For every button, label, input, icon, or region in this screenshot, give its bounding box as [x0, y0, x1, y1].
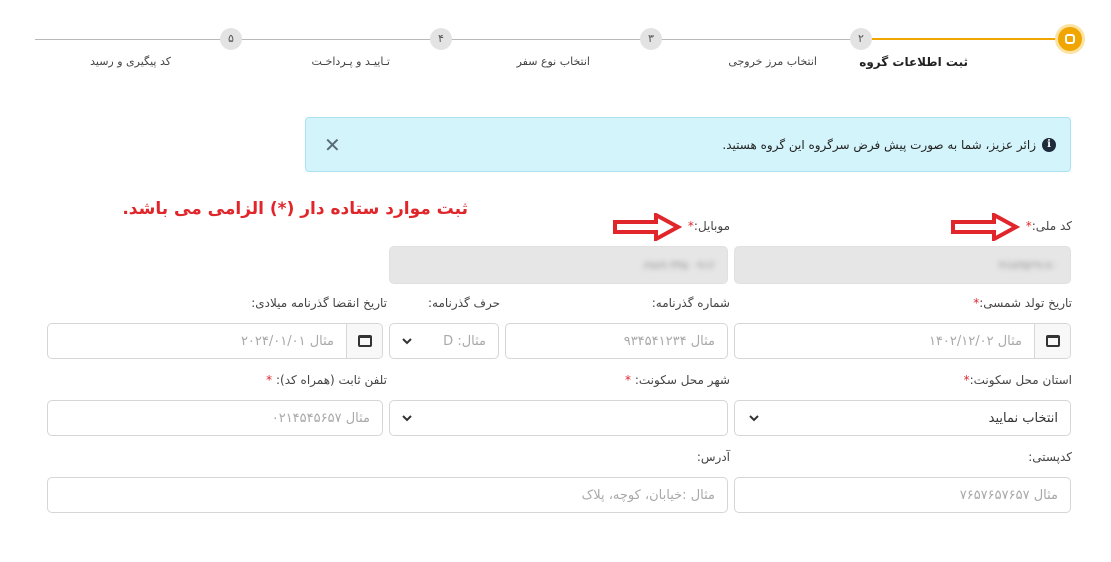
- passport-number-label: شماره گذرنامه:: [651, 296, 730, 310]
- phone-placeholder: مثال ۰۲۱۴۵۴۵۶۵۷: [271, 410, 370, 426]
- birth-date-placeholder: مثال ۱۴۰۲/۱۲/۰۲: [928, 333, 1022, 349]
- passport-letter-select[interactable]: مثال: D: [389, 323, 499, 359]
- national-code-field[interactable]: ۴۶۸۳۵۲۹۱۷۰: [734, 246, 1071, 284]
- step-3-circle[interactable]: ۳: [640, 28, 662, 50]
- close-icon[interactable]: ✕: [324, 135, 341, 155]
- chevron-down-icon: [749, 415, 759, 422]
- birth-date-calendar-button[interactable]: [1034, 324, 1070, 358]
- mobile-field[interactable]: ۰۹۱۲ ۳۴۵ ۶۷۸۹: [389, 246, 728, 284]
- step-3-label: انتخاب نوع سفر: [516, 55, 590, 68]
- passport-expiry-label: تاریخ انقضا گذرنامه میلادی:: [251, 296, 387, 310]
- address-field[interactable]: مثال :خیابان، کوچه، پلاک: [47, 477, 728, 513]
- birth-date-field[interactable]: مثال ۱۴۰۲/۱۲/۰۲: [734, 323, 1071, 359]
- step-5-label: کد پیگیری و رسید: [90, 55, 171, 68]
- postal-code-label: کدپستی:: [1028, 450, 1072, 464]
- alert-text: زائر عزیز، شما به صورت پیش فرض سرگروه ای…: [722, 137, 1036, 152]
- mobile-label: موبایل:*: [687, 219, 730, 233]
- passport-letter-placeholder: مثال: D: [443, 333, 486, 349]
- step-1-label: ثبت اطلاعات گروه: [859, 55, 968, 69]
- step-2-label: انتخاب مرز خروجی: [728, 55, 817, 68]
- national-code-value: ۴۶۸۳۵۲۹۱۷۰: [998, 258, 1058, 272]
- step-4-circle[interactable]: ۴: [430, 28, 452, 50]
- province-select[interactable]: انتخاب نمایید: [734, 400, 1071, 436]
- chevron-down-icon: [402, 415, 412, 422]
- postal-code-placeholder: مثال ۷۶۵۷۶۵۷۶۵۷: [959, 487, 1058, 503]
- national-code-arrow-annotation: [951, 213, 1020, 241]
- stepper: ۲ ۳ ۴ ۵ ثبت اطلاعات گروه انتخاب مرز خروج…: [0, 0, 1111, 90]
- phone-field[interactable]: مثال ۰۲۱۴۵۴۵۶۵۷: [47, 400, 383, 436]
- required-fields-note: ثبت موارد ستاده دار (*) الزامی می باشد.: [122, 199, 468, 219]
- province-label: استان محل سکونت:*: [963, 373, 1072, 387]
- chevron-down-icon: [402, 338, 412, 345]
- address-placeholder: مثال :خیابان، کوچه، پلاک: [581, 487, 715, 503]
- city-select[interactable]: [389, 400, 728, 436]
- step-1-circle[interactable]: [1055, 24, 1085, 54]
- step-active-icon: [1065, 34, 1075, 44]
- calendar-icon: [1045, 335, 1060, 347]
- birth-date-label: تاریخ تولد شمسی:*: [973, 296, 1072, 310]
- address-label: آدرس:: [696, 450, 730, 464]
- step-4-label: تـاییـد و پـرداخـت: [311, 55, 390, 68]
- step-5-circle[interactable]: ۵: [220, 28, 242, 50]
- mobile-arrow-annotation: [613, 213, 682, 241]
- city-label: شهر محل سکونت: *: [625, 373, 730, 387]
- passport-letter-label: حرف گذرنامه:: [428, 296, 500, 310]
- phone-label: تلفن ثابت (همراه کد): *: [266, 373, 387, 387]
- passport-number-placeholder: مثال ۹۳۴۵۴۱۲۳۴: [623, 333, 715, 349]
- national-code-label: کد ملی:*: [1025, 219, 1072, 233]
- passport-expiry-field[interactable]: مثال ۲۰۲۴/۰۱/۰۱: [47, 323, 383, 359]
- mobile-value: ۰۹۱۲ ۳۴۵ ۶۷۸۹: [642, 258, 715, 272]
- step-2-circle[interactable]: ۲: [850, 28, 872, 50]
- passport-expiry-calendar-button[interactable]: [346, 324, 382, 358]
- postal-code-field[interactable]: مثال ۷۶۵۷۶۵۷۶۵۷: [734, 477, 1071, 513]
- info-alert: i زائر عزیز، شما به صورت پیش فرض سرگروه …: [305, 117, 1071, 172]
- calendar-icon: [357, 335, 372, 347]
- province-value: انتخاب نمایید: [988, 410, 1058, 426]
- stepper-progress: [870, 38, 1060, 40]
- passport-number-field[interactable]: مثال ۹۳۴۵۴۱۲۳۴: [505, 323, 728, 359]
- passport-expiry-placeholder: مثال ۲۰۲۴/۰۱/۰۱: [240, 333, 334, 349]
- info-icon: i: [1042, 137, 1056, 152]
